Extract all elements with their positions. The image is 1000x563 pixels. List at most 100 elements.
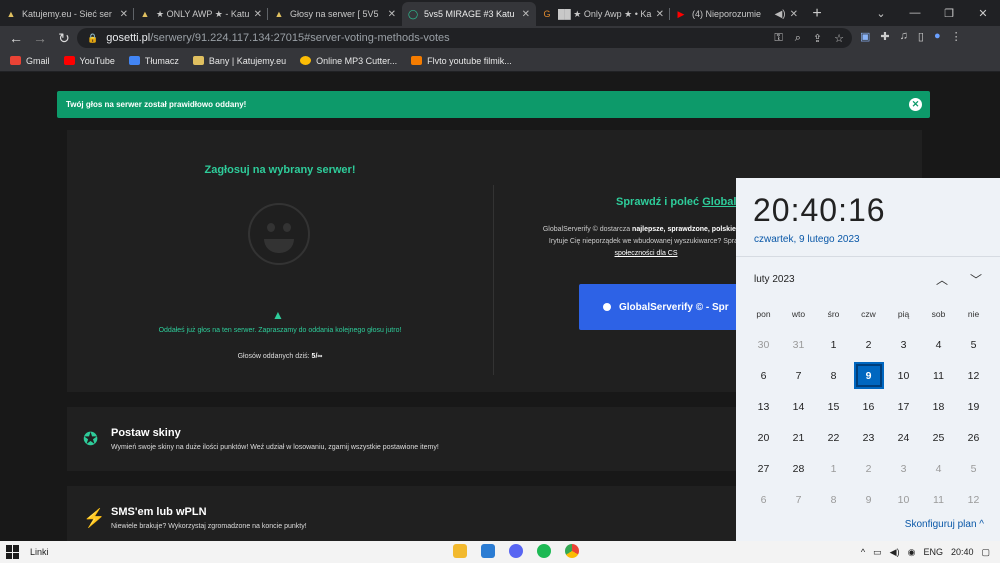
share-icon[interactable]: ⇪ bbox=[813, 32, 822, 45]
chevron-down-icon[interactable]: ﹀ bbox=[970, 271, 982, 288]
calendar-day[interactable]: 28 bbox=[781, 453, 816, 484]
calendar-day[interactable]: 5 bbox=[956, 453, 991, 484]
calendar-day[interactable]: 24 bbox=[886, 422, 921, 453]
calendar-day[interactable]: 14 bbox=[781, 391, 816, 422]
new-tab-button[interactable]: + bbox=[804, 2, 830, 26]
calendar-day[interactable]: 15 bbox=[816, 391, 851, 422]
close-tab-icon[interactable]: ✕ bbox=[522, 9, 530, 20]
back-icon[interactable]: ← bbox=[4, 30, 28, 46]
calendar-day[interactable]: 10 bbox=[886, 360, 921, 391]
close-tab-icon[interactable]: ✕ bbox=[656, 9, 664, 20]
chevron-up-icon[interactable]: ^ bbox=[861, 547, 865, 557]
calendar-day[interactable]: 13 bbox=[746, 391, 781, 422]
calendar-day[interactable]: 12 bbox=[956, 360, 991, 391]
close-window-icon[interactable]: ✕ bbox=[966, 7, 1000, 20]
calendar-day[interactable]: 23 bbox=[851, 422, 886, 453]
calendar-month[interactable]: luty 2023 bbox=[754, 274, 795, 285]
bookmark-mp3-cutter[interactable]: Online MP3 Cutter... bbox=[300, 56, 397, 66]
close-tab-icon[interactable]: ✕ bbox=[790, 9, 798, 20]
address-bar[interactable]: 🔒 gosetti.pl/serwery/91.224.117.134:2701… bbox=[77, 28, 852, 48]
calendar-day[interactable]: 25 bbox=[921, 422, 956, 453]
gs-title-link[interactable]: Global bbox=[702, 196, 736, 208]
puzzle-icon[interactable]: ✚ bbox=[880, 30, 889, 43]
calendar-day[interactable]: 8 bbox=[816, 360, 851, 391]
sidepanel-icon[interactable]: ▯ bbox=[918, 30, 924, 43]
close-tab-icon[interactable]: ✕ bbox=[120, 9, 128, 20]
tab-search-icon[interactable]: ⌄ bbox=[864, 7, 898, 20]
calendar-day[interactable]: 3 bbox=[886, 329, 921, 360]
restore-icon[interactable]: ❐ bbox=[932, 7, 966, 20]
media-icon[interactable]: ♫ bbox=[900, 30, 908, 43]
clock-date[interactable]: czwartek, 9 lutego 2023 bbox=[754, 234, 860, 245]
configure-plan-link[interactable]: Skonfiguruj plan ^ bbox=[905, 519, 984, 530]
calendar-day[interactable]: 22 bbox=[816, 422, 851, 453]
calendar-day[interactable]: 21 bbox=[781, 422, 816, 453]
forward-icon[interactable]: → bbox=[28, 30, 52, 46]
calendar-day[interactable]: 10 bbox=[886, 484, 921, 515]
calendar-day[interactable]: 20 bbox=[746, 422, 781, 453]
calendar-day[interactable]: 26 bbox=[956, 422, 991, 453]
chrome-icon[interactable] bbox=[565, 544, 579, 558]
calendar-day[interactable]: 9 bbox=[851, 484, 886, 515]
calendar-day[interactable]: 30 bbox=[746, 329, 781, 360]
steam-icon[interactable]: ◉ bbox=[908, 547, 916, 558]
close-alert-icon[interactable]: ✕ bbox=[909, 98, 922, 111]
close-tab-icon[interactable]: ✕ bbox=[388, 9, 396, 20]
spotify-icon[interactable] bbox=[537, 544, 551, 558]
taskbar-clock[interactable]: 20:40 bbox=[951, 547, 974, 557]
windows-start-icon[interactable] bbox=[6, 545, 20, 559]
chevron-up-icon[interactable]: ︿ bbox=[936, 271, 948, 288]
mute-icon[interactable]: ◀) bbox=[775, 9, 786, 20]
calendar-day[interactable]: 7 bbox=[781, 360, 816, 391]
key-icon[interactable]: ⚿ bbox=[774, 32, 782, 45]
calendar-day[interactable]: 19 bbox=[956, 391, 991, 422]
notification-icon[interactable]: ▢ bbox=[981, 547, 990, 558]
calendar-day-selected[interactable]: 9 bbox=[851, 360, 886, 391]
bookmark-translate[interactable]: Tłumacz bbox=[128, 56, 179, 66]
browser-tab[interactable]: ▲ ★ ONLY AWP ★ - Katu ✕ bbox=[134, 2, 268, 26]
bookmark-youtube[interactable]: YouTube bbox=[63, 56, 115, 66]
reload-icon[interactable]: ↻ bbox=[52, 30, 76, 47]
browser-tab-active[interactable]: ◯ 5vs5 MIRAGE #3 Katu ✕ bbox=[402, 2, 536, 26]
browser-tab[interactable]: G ██ ★ Only Awp ★ • Ka ✕ bbox=[536, 2, 670, 26]
menu-icon[interactable]: ⋮ bbox=[951, 30, 962, 43]
calendar-day[interactable]: 12 bbox=[956, 484, 991, 515]
calendar-day[interactable]: 16 bbox=[851, 391, 886, 422]
calendar-day[interactable]: 1 bbox=[816, 329, 851, 360]
profile-avatar[interactable]: ● bbox=[934, 30, 941, 43]
calendar-day[interactable]: 4 bbox=[921, 329, 956, 360]
calendar-day[interactable]: 2 bbox=[851, 453, 886, 484]
calendar-day[interactable]: 5 bbox=[956, 329, 991, 360]
links-toolbar-label[interactable]: Linki bbox=[30, 547, 49, 557]
calendar-day[interactable]: 8 bbox=[816, 484, 851, 515]
bookmark-flvto[interactable]: Flvto youtube filmik... bbox=[411, 56, 512, 66]
calendar-day[interactable]: 2 bbox=[851, 329, 886, 360]
bookmark-star-icon[interactable]: ☆ bbox=[834, 32, 844, 45]
calendar-day[interactable]: 11 bbox=[921, 360, 956, 391]
bookmark-bany[interactable]: Bany | Katujemy.eu bbox=[192, 56, 286, 66]
language-indicator[interactable]: ENG bbox=[923, 547, 943, 557]
volume-icon[interactable]: ◀) bbox=[890, 547, 900, 558]
calendar-day[interactable]: 1 bbox=[816, 453, 851, 484]
bookmark-gmail[interactable]: Gmail bbox=[10, 56, 50, 66]
network-icon[interactable]: ▭ bbox=[873, 547, 882, 558]
calendar-day[interactable]: 17 bbox=[886, 391, 921, 422]
browser-tab[interactable]: ▲ Głosy na serwer [ 5V5 ✕ bbox=[268, 2, 402, 26]
store-icon[interactable] bbox=[481, 544, 495, 558]
calendar-day[interactable]: 18 bbox=[921, 391, 956, 422]
gs-desc-link[interactable]: społeczności dla CS bbox=[614, 250, 677, 257]
zoom-icon[interactable]: ⌕ bbox=[795, 32, 801, 45]
discord-icon[interactable] bbox=[509, 544, 523, 558]
calendar-day[interactable]: 3 bbox=[886, 453, 921, 484]
file-explorer-icon[interactable] bbox=[453, 544, 467, 558]
browser-tab[interactable]: ▲ Katujemy.eu - Sieć ser ✕ bbox=[0, 2, 134, 26]
calendar-day[interactable]: 27 bbox=[746, 453, 781, 484]
lock-icon[interactable]: 🔒 bbox=[87, 33, 98, 44]
minimize-icon[interactable]: — bbox=[898, 7, 932, 19]
translate-icon[interactable]: ▣ bbox=[860, 30, 870, 43]
close-tab-icon[interactable]: ✕ bbox=[254, 9, 262, 20]
calendar-day[interactable]: 31 bbox=[781, 329, 816, 360]
calendar-day[interactable]: 4 bbox=[921, 453, 956, 484]
calendar-day[interactable]: 11 bbox=[921, 484, 956, 515]
calendar-day[interactable]: 7 bbox=[781, 484, 816, 515]
